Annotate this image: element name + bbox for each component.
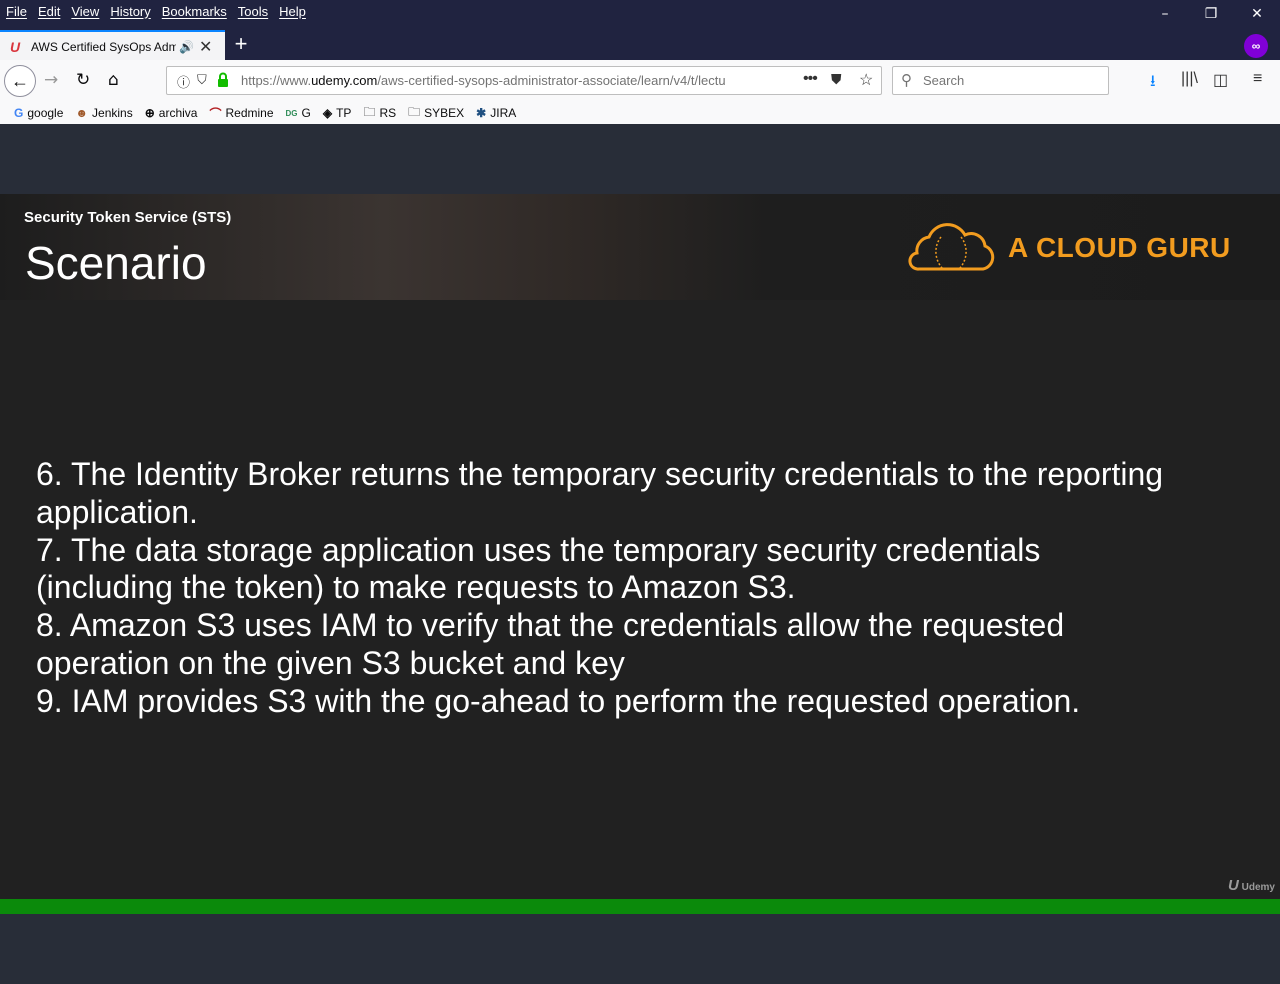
bookmark-rs[interactable]: 🗀 RS <box>363 103 396 124</box>
tracking-shield-icon[interactable]: ⛉ <box>197 72 207 88</box>
watermark-text: Udemy <box>1241 882 1275 893</box>
home-button[interactable]: ⌂ <box>108 70 119 90</box>
jenkins-icon: ☻ <box>75 106 89 120</box>
diamond-icon: ◈ <box>322 106 333 120</box>
page-content: Security Token Service (STS) Scenario A … <box>0 124 1280 984</box>
bookmark-label: TP <box>336 106 352 120</box>
bookmark-tp[interactable]: ◈ TP <box>323 106 352 120</box>
title-bar: File Edit View History Bookmarks Tools H… <box>0 0 1280 61</box>
url-scheme: https://www. <box>241 73 312 88</box>
slide-line: operation on the given S3 bucket and key <box>36 644 625 681</box>
close-tab-icon[interactable]: ✕ <box>199 37 212 57</box>
udemy-watermark: U Udemy <box>1228 877 1275 894</box>
bookmark-label: Jenkins <box>92 106 133 120</box>
arrow-left-icon: ← <box>11 70 29 91</box>
menu-bar: File Edit View History Bookmarks Tools H… <box>0 0 317 22</box>
bookmark-label: archiva <box>158 106 198 120</box>
window-controls: – ❐ ✕ <box>1142 0 1280 28</box>
url-text[interactable]: https://www.udemy.com/aws-certified-syso… <box>241 73 769 88</box>
maximize-button[interactable]: ❐ <box>1188 0 1234 28</box>
info-icon[interactable]: ⓘ <box>177 72 190 91</box>
bookmark-sybex[interactable]: 🗀 SYBEX <box>408 103 464 124</box>
slide-line: 6. The Identity Broker returns the tempo… <box>36 456 1164 492</box>
search-icon: ⚲ <box>901 72 912 89</box>
private-browsing-icon: ∞ <box>1244 34 1268 58</box>
google-icon: G <box>14 106 24 120</box>
folder-icon: 🗀 <box>363 104 376 119</box>
speaker-icon[interactable]: 🔊 <box>179 40 194 54</box>
bookmarks-toolbar: G google ☻ Jenkins ⊕ archiva ⌒ Redmine D… <box>0 102 1280 124</box>
bookmark-google[interactable]: G google <box>14 106 63 120</box>
bookmark-label: SYBEX <box>424 106 465 120</box>
cloud-logo-icon <box>908 223 995 271</box>
slide-banner: Security Token Service (STS) Scenario A … <box>0 194 1280 300</box>
sidebar-icon[interactable]: ◫ <box>1213 70 1228 90</box>
bookmark-jira[interactable]: ✱ JIRA <box>476 106 516 120</box>
bookmark-label: G <box>301 106 311 120</box>
video-progress-bar[interactable] <box>0 899 1280 914</box>
redmine-icon: ⌒ <box>209 106 222 121</box>
back-button[interactable]: ← <box>4 65 36 97</box>
folder-icon: 🗀 <box>408 104 421 119</box>
search-bar[interactable]: ⚲ <box>892 66 1109 95</box>
bookmark-star-icon[interactable]: ☆ <box>859 70 873 90</box>
bookmark-label: Redmine <box>225 106 274 120</box>
udemy-icon: U <box>10 38 21 55</box>
tab-title: AWS Certified SysOps Admin <box>31 39 176 54</box>
menu-edit[interactable]: Edit <box>38 4 60 19</box>
bookmark-label: google <box>27 106 64 120</box>
slide-subtitle: Security Token Service (STS) <box>24 209 232 226</box>
bookmark-g[interactable]: DG G <box>286 106 311 120</box>
lock-icon <box>218 72 228 87</box>
globe-icon: ⊕ <box>144 106 155 120</box>
video-progress-fill <box>0 899 1280 914</box>
menu-history[interactable]: History <box>110 4 150 19</box>
forward-button[interactable]: → <box>44 70 58 90</box>
close-window-button[interactable]: ✕ <box>1234 0 1280 28</box>
bookmark-jenkins[interactable]: ☻ Jenkins <box>75 106 132 120</box>
slide-title: Scenario <box>25 237 207 289</box>
download-icon[interactable]: ⭳ <box>1150 70 1156 97</box>
url-path: /aws-certified-sysops-administrator-asso… <box>377 73 726 88</box>
menu-hamburger-icon[interactable]: ≡ <box>1253 70 1262 88</box>
menu-tools[interactable]: Tools <box>238 4 268 19</box>
bookmark-archiva[interactable]: ⊕ archiva <box>145 106 198 120</box>
udemy-logo-icon: U <box>1228 877 1239 894</box>
pocket-icon[interactable]: ⛊ <box>831 71 842 88</box>
browser-tab[interactable]: U AWS Certified SysOps Admin 🔊 ✕ <box>0 30 225 61</box>
bookmark-label: JIRA <box>490 106 517 120</box>
library-icon[interactable]: |||\ <box>1181 70 1198 88</box>
menu-file[interactable]: File <box>6 4 27 19</box>
url-domain: udemy.com <box>311 73 378 88</box>
menu-help[interactable]: Help <box>279 4 306 19</box>
slide-line: (including the token) to make requests t… <box>36 569 796 606</box>
reload-button[interactable]: ↻ <box>76 70 90 90</box>
slide-line: 8. Amazon S3 uses IAM to verify that the… <box>36 607 1065 644</box>
slide-line: 9. IAM provides S3 with the go-ahead to … <box>36 682 1081 719</box>
menu-view[interactable]: View <box>71 4 99 19</box>
brand-text: A CLOUD GURU <box>1008 232 1231 263</box>
minimize-button[interactable]: – <box>1142 0 1188 28</box>
bookmark-redmine[interactable]: ⌒ Redmine <box>209 105 273 122</box>
page-actions-icon[interactable]: ••• <box>803 70 818 88</box>
video-player[interactable]: Security Token Service (STS) Scenario A … <box>0 194 1280 899</box>
menu-bookmarks[interactable]: Bookmarks <box>162 4 227 19</box>
new-tab-button[interactable]: + <box>230 32 252 56</box>
url-bar[interactable]: ⓘ ⛉ https://www.udemy.com/aws-certified-… <box>166 66 882 95</box>
dg-icon: DG <box>285 108 298 118</box>
slide-line: 7. The data storage application uses the… <box>36 531 1041 568</box>
jira-icon: ✱ <box>476 106 487 120</box>
slide-line: application. <box>36 493 198 530</box>
slide-body: 6. The Identity Broker returns the tempo… <box>36 456 1246 721</box>
bookmark-label: RS <box>379 106 397 120</box>
navigation-toolbar: ← → ↻ ⌂ ⓘ ⛉ https://www.udemy.com/aws-ce… <box>0 60 1280 102</box>
search-input[interactable] <box>923 71 1103 90</box>
